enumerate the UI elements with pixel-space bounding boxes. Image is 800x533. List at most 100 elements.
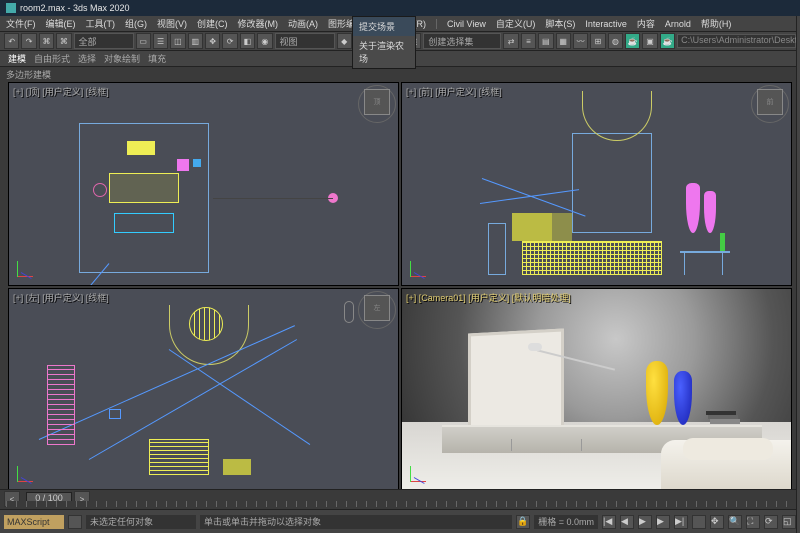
menu-civilview[interactable]: Civil View [447, 19, 486, 29]
placement-icon[interactable]: ◉ [257, 33, 272, 49]
selection-filter[interactable]: 全部 [74, 33, 134, 49]
viewport-front-label[interactable]: [+] [前] [用户定义] [线框] [406, 85, 502, 98]
ribbon-tab-modeling[interactable]: 建模 [8, 52, 26, 65]
viewport-camera-label[interactable]: [+] [Camera01] [用户定义] [默认明暗处理] [406, 291, 571, 304]
rotate-icon[interactable]: ⟳ [222, 33, 237, 49]
render-frame-icon[interactable]: ▣ [642, 33, 657, 49]
menu-group[interactable]: 组(G) [125, 17, 147, 30]
maxscript-button[interactable]: MAXScript [4, 515, 64, 529]
viewport-front[interactable]: [+] [前] [用户定义] [线框] 前 [401, 82, 792, 286]
scale-icon[interactable]: ◧ [240, 33, 255, 49]
layer-icon[interactable]: ▤ [538, 33, 553, 49]
menu-scripting[interactable]: 脚本(S) [545, 17, 575, 30]
refcoord-dropdown[interactable]: 视图 [275, 33, 335, 49]
play-next-icon[interactable]: ▶ [656, 515, 670, 529]
left-light-arc [169, 305, 249, 365]
axis-gizmo-top [17, 255, 39, 277]
zoom-extents-icon[interactable]: ⛶ [746, 515, 760, 529]
persp-drawer2 [532, 439, 582, 451]
align-icon[interactable]: ≡ [521, 33, 536, 49]
curve-editor-icon[interactable]: 〰 [573, 33, 588, 49]
link-icon[interactable]: ⌘ [39, 33, 54, 49]
orbit-icon[interactable]: ⟳ [764, 515, 778, 529]
render-setup-icon[interactable]: ☕ [625, 33, 640, 49]
menu-create[interactable]: 创建(C) [197, 17, 228, 30]
front-vase-pink2 [704, 191, 716, 233]
viewport-top[interactable]: [+] [顶] [用户定义] [线框] 顶 [8, 82, 399, 286]
front-cam-line1 [482, 178, 586, 217]
lock-icon[interactable]: 🔒 [516, 515, 530, 529]
front-floorlamp [488, 223, 506, 275]
menu-animation[interactable]: 动画(A) [288, 17, 318, 30]
named-selection[interactable]: 创建选择集 [423, 33, 501, 49]
isolate-icon[interactable] [692, 515, 706, 529]
status-prompt2-text: 单击或单击并拖动以选择对象 [204, 515, 321, 528]
maximize-viewport-icon[interactable]: ◱ [782, 515, 796, 529]
pivot-icon[interactable]: ◆ [337, 33, 352, 49]
menu-file[interactable]: 文件(F) [6, 17, 36, 30]
zoom-icon[interactable]: 🔍 [728, 515, 742, 529]
move-icon[interactable]: ✥ [205, 33, 220, 49]
play-prev-icon[interactable]: ◀ [620, 515, 634, 529]
listener-icon[interactable] [68, 515, 82, 529]
viewcube-top[interactable]: 顶 [364, 89, 390, 115]
window-crossing-icon[interactable]: ▥ [188, 33, 203, 49]
mirror-icon[interactable]: ⇄ [503, 33, 518, 49]
file-path-field[interactable]: C:\Users\Administrator\Deskt [677, 34, 796, 48]
menu-customize[interactable]: 自定义(U) [496, 17, 536, 30]
schematic-icon[interactable]: ⊞ [590, 33, 605, 49]
viewcube-front[interactable]: 前 [757, 89, 783, 115]
material-icon[interactable]: ◍ [608, 33, 623, 49]
top-table-wire [114, 213, 174, 233]
viewport-camera[interactable]: [+] [Camera01] [用户定义] [默认明暗处理] [401, 288, 792, 492]
persp-sofa-cushion [683, 438, 773, 460]
left-lamp-wire [47, 365, 75, 445]
viewcube-left[interactable]: 左 [364, 295, 390, 321]
play-end-icon[interactable]: ▶| [674, 515, 688, 529]
rect-select-icon[interactable]: ◫ [170, 33, 185, 49]
viewport-left-label[interactable]: [+] [左] [用户定义] [线框] [13, 291, 109, 304]
time-slider[interactable]: < 0 / 100 > [0, 489, 800, 509]
front-box2 [552, 213, 572, 241]
ribbon-tab-freeform[interactable]: 自由形式 [34, 52, 70, 65]
menu-tools[interactable]: 工具(T) [86, 17, 116, 30]
menu-popup[interactable]: 提交场景 关于渲染农场 [352, 16, 416, 69]
menu-interactive[interactable]: Interactive [585, 19, 627, 29]
left-sofa [149, 439, 209, 475]
select-icon[interactable]: ▭ [136, 33, 151, 49]
menu-help[interactable]: 帮助(H) [701, 17, 732, 30]
ribbon-tab-populate[interactable]: 填充 [148, 52, 166, 65]
popup-item-submit[interactable]: 提交场景 [353, 17, 415, 36]
select-name-icon[interactable]: ☰ [153, 33, 168, 49]
time-ruler[interactable] [6, 501, 794, 507]
front-box1 [512, 213, 552, 241]
axis-gizmo-front [410, 255, 432, 277]
menu-views[interactable]: 视图(V) [157, 17, 187, 30]
play-icon[interactable]: ▶ [638, 515, 652, 529]
pan-icon[interactable]: ✥ [710, 515, 724, 529]
menu-modifiers[interactable]: 修改器(M) [238, 17, 279, 30]
viewport-quad: [+] [顶] [用户定义] [线框] 顶 [+] [前] [用户定义] [线框… [8, 82, 792, 491]
render-production-icon[interactable]: ☕ [660, 33, 675, 49]
ribbon-tab-objectpaint[interactable]: 对象绘制 [104, 52, 140, 65]
unlink-icon[interactable]: ⌘ [56, 33, 71, 49]
popup-item-about[interactable]: 关于渲染农场 [353, 36, 415, 68]
viewport-top-label[interactable]: [+] [顶] [用户定义] [线框] [13, 85, 109, 98]
menu-edit[interactable]: 编辑(E) [46, 17, 76, 30]
left-cabinet [223, 459, 251, 475]
undo-icon[interactable]: ↶ [4, 33, 19, 49]
ribbon-group-text: 多边形建模 [6, 68, 51, 81]
ribbon-icon[interactable]: ▦ [556, 33, 571, 49]
menu-content[interactable]: 内容 [637, 17, 655, 30]
status-prompt1: 未选定任何对象 [86, 515, 196, 529]
ribbon-tab-selection[interactable]: 选择 [78, 52, 96, 65]
front-bottle [720, 233, 725, 251]
top-lamp-wire [93, 183, 107, 197]
persp-lamp-head [528, 343, 542, 351]
viewport-left[interactable]: [+] [左] [用户定义] [线框] 左 [8, 288, 399, 492]
left-switch-icon [344, 301, 354, 323]
redo-icon[interactable]: ↷ [21, 33, 36, 49]
play-start-icon[interactable]: |◀ [602, 515, 616, 529]
menu-arnold[interactable]: Arnold [665, 19, 691, 29]
command-panel-edge[interactable] [796, 16, 800, 533]
